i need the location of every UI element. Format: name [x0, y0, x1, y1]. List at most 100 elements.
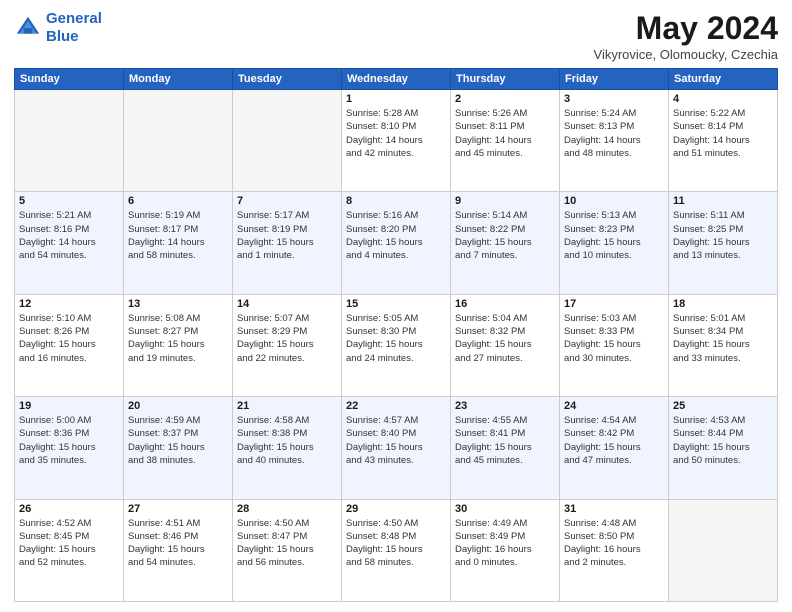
- day-number: 15: [346, 298, 446, 310]
- day-info: Sunrise: 5:01 AM Sunset: 8:34 PM Dayligh…: [673, 312, 773, 365]
- day-number: 25: [673, 400, 773, 412]
- logo-blue: Blue: [46, 28, 79, 45]
- day-info: Sunrise: 4:54 AM Sunset: 8:42 PM Dayligh…: [564, 414, 664, 467]
- calendar-day-header: Tuesday: [233, 69, 342, 90]
- day-info: Sunrise: 4:50 AM Sunset: 8:47 PM Dayligh…: [237, 517, 337, 570]
- day-info: Sunrise: 5:28 AM Sunset: 8:10 PM Dayligh…: [346, 107, 446, 160]
- calendar-day-cell: 27Sunrise: 4:51 AM Sunset: 8:46 PM Dayli…: [124, 499, 233, 601]
- day-info: Sunrise: 4:58 AM Sunset: 8:38 PM Dayligh…: [237, 414, 337, 467]
- calendar-day-cell: 21 Sunrise: 4:58 AM Sunset: 8:38 PM Dayli…: [233, 397, 342, 499]
- day-number: 31: [564, 503, 664, 515]
- calendar-day-cell: 24Sunrise: 4:54 AM Sunset: 8:42 PM Dayli…: [560, 397, 669, 499]
- day-number: 9: [455, 195, 555, 207]
- calendar-day-cell: 19Sunrise: 5:00 AM Sunset: 8:36 PM Dayli…: [15, 397, 124, 499]
- calendar-day-cell: 6 Sunrise: 5:19 AM Sunset: 8:17 PM Daylig…: [124, 192, 233, 294]
- calendar-day-cell: 26 Sunrise: 4:52 AM Sunset: 8:45 PM Dayli…: [15, 499, 124, 601]
- day-number: 30: [455, 503, 555, 515]
- day-number: 23: [455, 400, 555, 412]
- calendar-day-header: Sunday: [15, 69, 124, 90]
- calendar-day-cell: 16Sunrise: 5:04 AM Sunset: 8:32 PM Dayli…: [451, 294, 560, 396]
- calendar-week-row: 19Sunrise: 5:00 AM Sunset: 8:36 PM Dayli…: [15, 397, 778, 499]
- logo-icon: [14, 14, 42, 42]
- day-info: Sunrise: 5:24 AM Sunset: 8:13 PM Dayligh…: [564, 107, 664, 160]
- calendar-day-cell: [124, 90, 233, 192]
- calendar-day-cell: [233, 90, 342, 192]
- calendar-day-cell: 18 Sunrise: 5:01 AM Sunset: 8:34 PM Dayli…: [669, 294, 778, 396]
- calendar-day-cell: 9 Sunrise: 5:14 AM Sunset: 8:22 PM Daylig…: [451, 192, 560, 294]
- day-number: 14: [237, 298, 337, 310]
- calendar-day-cell: 7 Sunrise: 5:17 AM Sunset: 8:19 PM Daylig…: [233, 192, 342, 294]
- day-info: Sunrise: 5:11 AM Sunset: 8:25 PM Dayligh…: [673, 209, 773, 262]
- calendar-day-cell: 11 Sunrise: 5:11 AM Sunset: 8:25 PM Dayli…: [669, 192, 778, 294]
- calendar-day-cell: 17Sunrise: 5:03 AM Sunset: 8:33 PM Dayli…: [560, 294, 669, 396]
- calendar-day-cell: 3 Sunrise: 5:24 AM Sunset: 8:13 PM Daylig…: [560, 90, 669, 192]
- day-info: Sunrise: 4:50 AM Sunset: 8:48 PM Dayligh…: [346, 517, 446, 570]
- calendar-week-row: 26 Sunrise: 4:52 AM Sunset: 8:45 PM Dayli…: [15, 499, 778, 601]
- calendar-day-cell: 5 Sunrise: 5:21 AM Sunset: 8:16 PM Daylig…: [15, 192, 124, 294]
- calendar-day-cell: 8 Sunrise: 5:16 AM Sunset: 8:20 PM Daylig…: [342, 192, 451, 294]
- day-info: Sunrise: 4:48 AM Sunset: 8:50 PM Dayligh…: [564, 517, 664, 570]
- day-number: 5: [19, 195, 119, 207]
- day-number: 11: [673, 195, 773, 207]
- calendar-day-cell: 31 Sunrise: 4:48 AM Sunset: 8:50 PM Dayli…: [560, 499, 669, 601]
- day-info: Sunrise: 5:17 AM Sunset: 8:19 PM Dayligh…: [237, 209, 337, 262]
- calendar-day-cell: 10 Sunrise: 5:13 AM Sunset: 8:23 PM Dayli…: [560, 192, 669, 294]
- calendar-day-cell: 30 Sunrise: 4:49 AM Sunset: 8:49 PM Dayli…: [451, 499, 560, 601]
- day-info: Sunrise: 5:26 AM Sunset: 8:11 PM Dayligh…: [455, 107, 555, 160]
- day-number: 4: [673, 93, 773, 105]
- day-info: Sunrise: 4:52 AM Sunset: 8:45 PM Dayligh…: [19, 517, 119, 570]
- day-info: Sunrise: 4:49 AM Sunset: 8:49 PM Dayligh…: [455, 517, 555, 570]
- day-number: 12: [19, 298, 119, 310]
- day-info: Sunrise: 4:59 AM Sunset: 8:37 PM Dayligh…: [128, 414, 228, 467]
- calendar-day-cell: [15, 90, 124, 192]
- day-info: Sunrise: 5:10 AM Sunset: 8:26 PM Dayligh…: [19, 312, 119, 365]
- calendar-week-row: 5 Sunrise: 5:21 AM Sunset: 8:16 PM Daylig…: [15, 192, 778, 294]
- day-info: Sunrise: 4:53 AM Sunset: 8:44 PM Dayligh…: [673, 414, 773, 467]
- day-info: Sunrise: 5:16 AM Sunset: 8:20 PM Dayligh…: [346, 209, 446, 262]
- day-number: 19: [19, 400, 119, 412]
- calendar-day-cell: 22 Sunrise: 4:57 AM Sunset: 8:40 PM Dayli…: [342, 397, 451, 499]
- page: General Blue May 2024 Vikyrovice, Olomou…: [0, 0, 792, 612]
- calendar-table: SundayMondayTuesdayWednesdayThursdayFrid…: [14, 68, 778, 602]
- day-info: Sunrise: 5:08 AM Sunset: 8:27 PM Dayligh…: [128, 312, 228, 365]
- calendar-day-cell: 25 Sunrise: 4:53 AM Sunset: 8:44 PM Dayli…: [669, 397, 778, 499]
- day-number: 29: [346, 503, 446, 515]
- calendar-day-cell: 2Sunrise: 5:26 AM Sunset: 8:11 PM Daylig…: [451, 90, 560, 192]
- title-block: May 2024 Vikyrovice, Olomoucky, Czechia: [594, 10, 778, 62]
- day-number: 22: [346, 400, 446, 412]
- day-number: 3: [564, 93, 664, 105]
- day-info: Sunrise: 5:14 AM Sunset: 8:22 PM Dayligh…: [455, 209, 555, 262]
- day-number: 1: [346, 93, 446, 105]
- calendar-day-cell: 29 Sunrise: 4:50 AM Sunset: 8:48 PM Dayli…: [342, 499, 451, 601]
- day-number: 28: [237, 503, 337, 515]
- calendar-day-cell: 23Sunrise: 4:55 AM Sunset: 8:41 PM Dayli…: [451, 397, 560, 499]
- calendar-day-cell: 4 Sunrise: 5:22 AM Sunset: 8:14 PM Daylig…: [669, 90, 778, 192]
- logo: General Blue: [14, 10, 102, 46]
- calendar-day-cell: 14 Sunrise: 5:07 AM Sunset: 8:29 PM Dayli…: [233, 294, 342, 396]
- day-info: Sunrise: 5:13 AM Sunset: 8:23 PM Dayligh…: [564, 209, 664, 262]
- calendar-day-cell: [669, 499, 778, 601]
- day-info: Sunrise: 5:03 AM Sunset: 8:33 PM Dayligh…: [564, 312, 664, 365]
- day-number: 8: [346, 195, 446, 207]
- day-number: 16: [455, 298, 555, 310]
- calendar-day-cell: 1 Sunrise: 5:28 AM Sunset: 8:10 PM Daylig…: [342, 90, 451, 192]
- day-number: 13: [128, 298, 228, 310]
- calendar-day-cell: 20Sunrise: 4:59 AM Sunset: 8:37 PM Dayli…: [124, 397, 233, 499]
- day-number: 7: [237, 195, 337, 207]
- day-info: Sunrise: 5:19 AM Sunset: 8:17 PM Dayligh…: [128, 209, 228, 262]
- day-info: Sunrise: 4:51 AM Sunset: 8:46 PM Dayligh…: [128, 517, 228, 570]
- day-number: 10: [564, 195, 664, 207]
- day-number: 18: [673, 298, 773, 310]
- day-info: Sunrise: 5:22 AM Sunset: 8:14 PM Dayligh…: [673, 107, 773, 160]
- day-info: Sunrise: 5:05 AM Sunset: 8:30 PM Dayligh…: [346, 312, 446, 365]
- day-info: Sunrise: 5:07 AM Sunset: 8:29 PM Dayligh…: [237, 312, 337, 365]
- day-number: 21: [237, 400, 337, 412]
- day-info: Sunrise: 4:57 AM Sunset: 8:40 PM Dayligh…: [346, 414, 446, 467]
- day-number: 6: [128, 195, 228, 207]
- logo-general: General: [46, 10, 102, 27]
- calendar-day-cell: 12 Sunrise: 5:10 AM Sunset: 8:26 PM Dayli…: [15, 294, 124, 396]
- calendar-header-row: SundayMondayTuesdayWednesdayThursdayFrid…: [15, 69, 778, 90]
- calendar-day-header: Saturday: [669, 69, 778, 90]
- day-info: Sunrise: 5:21 AM Sunset: 8:16 PM Dayligh…: [19, 209, 119, 262]
- day-number: 26: [19, 503, 119, 515]
